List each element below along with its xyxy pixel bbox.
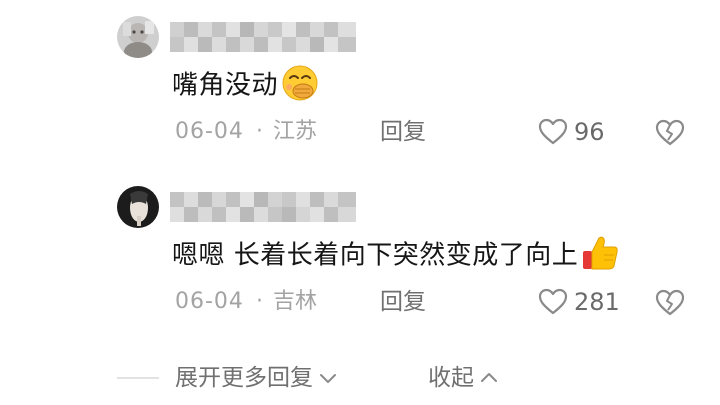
comment-text-label: 嘴角没动 [172, 70, 279, 101]
thumbs-up-emoji [580, 233, 620, 273]
like-button[interactable]: 281 [538, 286, 620, 318]
collapse-replies-button[interactable]: 收起 [428, 360, 498, 396]
expand-more-replies-label: 展开更多回复 [175, 365, 313, 391]
comment-meta: 06-04 · 吉林 回复 [175, 286, 426, 318]
comment-text: 嗯嗯 长着长着向下突然变成了向上 [172, 236, 620, 276]
collapse-label: 收起 [428, 365, 474, 391]
dislike-button[interactable] [655, 288, 685, 318]
avatar[interactable] [117, 186, 159, 228]
username-pixelated[interactable] [170, 192, 356, 222]
heart-icon [538, 288, 568, 315]
comment-location: 吉林 [272, 289, 317, 314]
heart-icon [538, 118, 568, 145]
comment-text: 嘴角没动 [172, 63, 320, 106]
meta-separator: · [255, 289, 263, 314]
comment-text-label: 嗯嗯 长着长着向下突然变成了向上 [172, 240, 579, 271]
like-button[interactable]: 96 [538, 116, 605, 148]
chevron-down-icon [319, 372, 337, 384]
username-pixelated[interactable] [170, 22, 356, 52]
comment-meta: 06-04 · 江苏 回复 [175, 116, 426, 148]
broken-heart-icon [655, 289, 685, 316]
avatar[interactable] [117, 16, 159, 58]
broken-heart-icon [655, 119, 685, 146]
reply-button[interactable]: 回复 [380, 286, 426, 318]
like-count: 281 [574, 288, 620, 316]
chevron-up-icon [480, 372, 498, 384]
meta-separator: · [255, 119, 263, 144]
reply-button[interactable]: 回复 [380, 116, 426, 148]
dislike-button[interactable] [655, 118, 685, 148]
expand-more-replies-button[interactable]: 展开更多回复 [175, 360, 337, 396]
divider [117, 377, 159, 379]
comment-location: 江苏 [272, 119, 317, 144]
like-count: 96 [574, 118, 605, 146]
comment-date: 06-04 [175, 289, 244, 314]
replies-footer: 展开更多回复 收起 [0, 356, 720, 400]
face-hand-over-mouth-emoji [280, 63, 320, 103]
comment-date: 06-04 [175, 119, 244, 144]
